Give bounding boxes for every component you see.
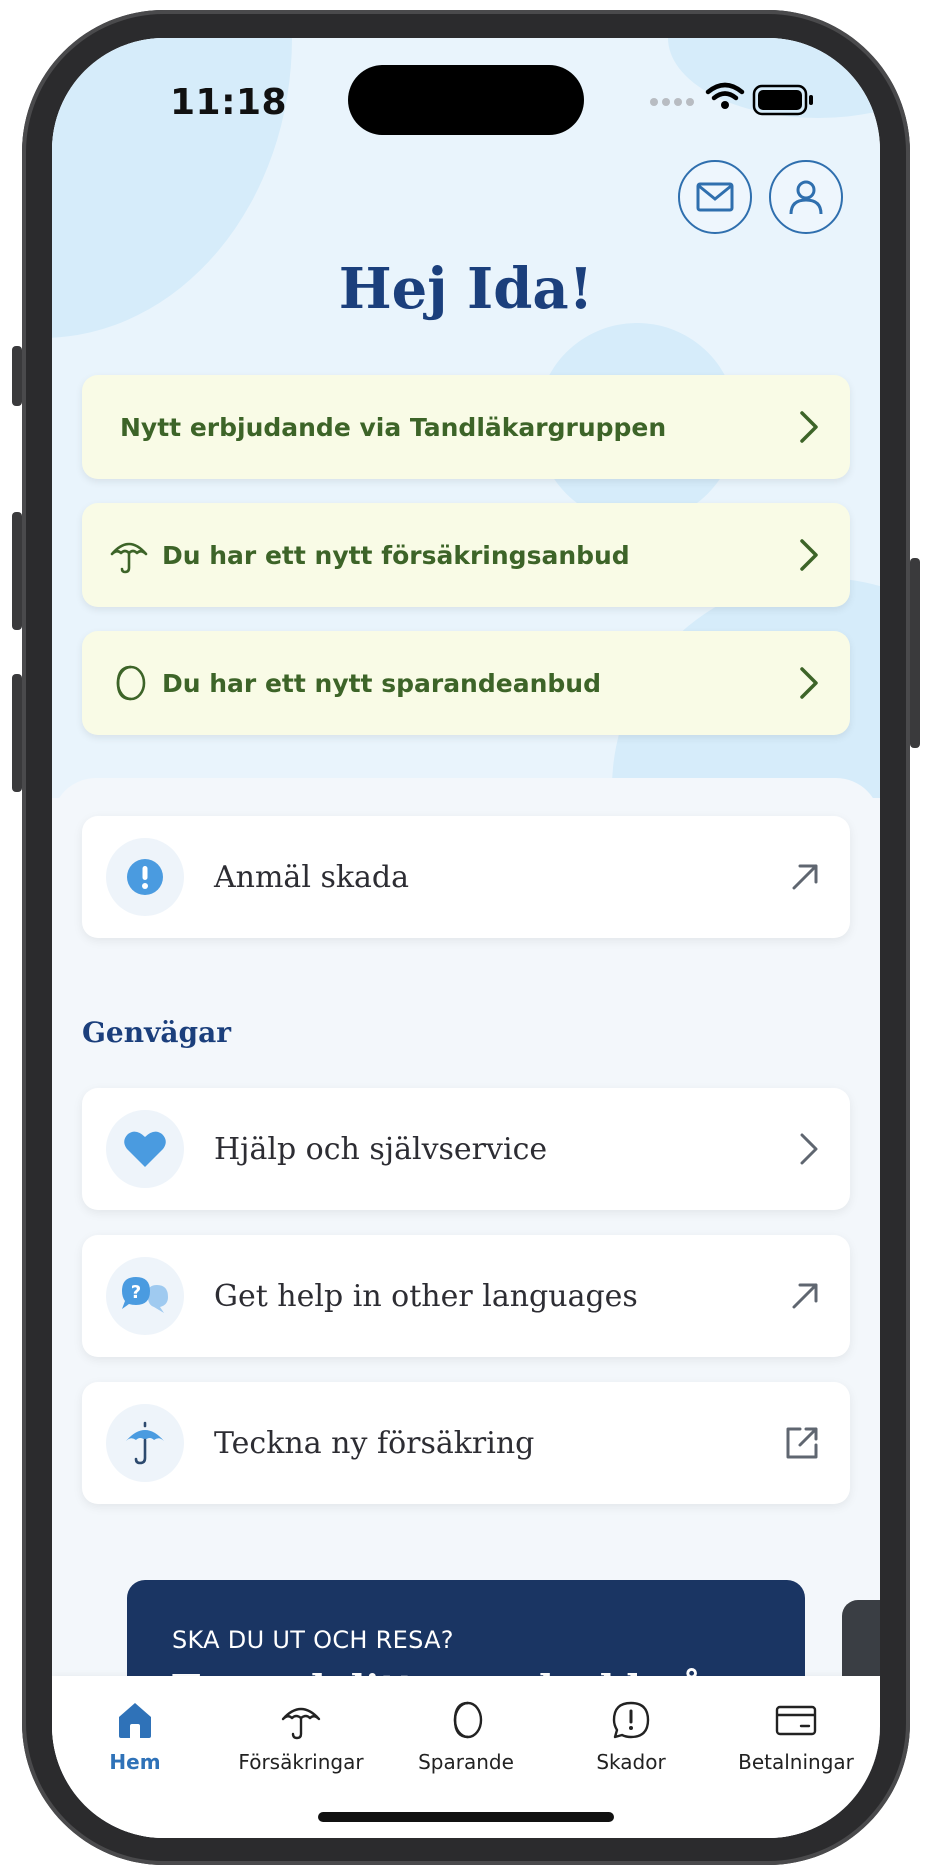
tab-label: Hem [109, 1750, 161, 1774]
tab-home[interactable]: Hem [52, 1700, 220, 1774]
icon-badge [106, 838, 184, 916]
shortcut-label: Hjälp och självservice [214, 1131, 548, 1167]
tab-payments[interactable]: Betalningar [711, 1700, 880, 1774]
side-button-power [910, 558, 920, 748]
coin-icon [116, 665, 146, 701]
promo-eyebrow: SKA DU UT OCH RESA? [172, 1626, 454, 1654]
tab-label: Betalningar [738, 1750, 854, 1774]
shortcut-new-insurance[interactable]: Teckna ny försäkring [82, 1382, 850, 1504]
section-title-shortcuts: Genvägar [82, 1016, 231, 1049]
status-icons [642, 80, 852, 120]
notice-label: Nytt erbjudande via Tandläkargruppen [120, 412, 667, 442]
icon-badge [106, 1110, 184, 1188]
report-claim-label: Anmäl skada [214, 859, 409, 895]
notice-label: Du har ett nytt försäkringsanbud [162, 540, 630, 570]
side-button-volume-up [12, 512, 22, 630]
chevron-right-icon [800, 667, 818, 699]
notice-savings-offer[interactable]: Du har ett nytt sparandeanbud [82, 631, 850, 735]
status-time: 11:18 [170, 82, 288, 123]
umbrella-icon [110, 542, 148, 574]
signal-icon [650, 98, 694, 106]
side-button-volume-down [12, 674, 22, 792]
umbrella-icon [281, 1707, 321, 1740]
side-button-action [12, 346, 22, 406]
exclamation-circle-icon [612, 1701, 650, 1739]
user-icon [789, 180, 823, 215]
tab-savings[interactable]: Sparande [381, 1700, 551, 1774]
chat-bubbles-icon: ? [122, 1277, 168, 1313]
notice-label: Du har ett nytt sparandeanbud [162, 668, 601, 698]
exclamation-icon [127, 859, 163, 895]
tab-label: Skador [596, 1750, 666, 1774]
chevron-right-icon [800, 1133, 818, 1165]
icon-badge: ? [106, 1257, 184, 1335]
messages-button[interactable] [678, 160, 752, 234]
dynamic-island [348, 65, 584, 135]
shortcut-label: Get help in other languages [214, 1278, 638, 1314]
external-link-icon [786, 1427, 818, 1459]
coin-icon [453, 1701, 483, 1739]
report-claim-button[interactable]: Anmäl skada [82, 816, 850, 938]
tab-label: Försäkringar [238, 1750, 364, 1774]
home-indicator [318, 1812, 614, 1822]
icon-badge [106, 1404, 184, 1482]
chevron-right-icon [800, 411, 818, 443]
tab-label: Sparande [418, 1750, 514, 1774]
mail-icon [696, 182, 734, 212]
page-title: Hej Ida! [338, 256, 594, 322]
wifi-dot [721, 101, 729, 109]
svg-text:?: ? [131, 1282, 141, 1303]
arrow-up-right-icon [792, 1283, 818, 1309]
screen: 11:18 Hej Ida! Nytt erbjudande via Tandl… [52, 38, 880, 1838]
home-icon [119, 1703, 151, 1738]
umbrella-icon [126, 1421, 164, 1465]
battery-icon [752, 84, 813, 116]
tab-claims[interactable]: Skador [546, 1700, 716, 1774]
notice-offer-dentist[interactable]: Nytt erbjudande via Tandläkargruppen [82, 375, 850, 479]
wifi-icon [705, 82, 745, 101]
heart-icon [124, 1131, 166, 1167]
shortcut-other-languages[interactable]: ? Get help in other languages [82, 1235, 850, 1357]
arrow-up-right-icon [792, 864, 818, 890]
card-icon [775, 1705, 817, 1736]
shortcut-help-self-service[interactable]: Hjälp och självservice [82, 1088, 850, 1210]
tab-insurances[interactable]: Försäkringar [216, 1700, 386, 1774]
profile-button[interactable] [769, 160, 843, 234]
shortcut-label: Teckna ny försäkring [214, 1425, 535, 1461]
notice-insurance-offer[interactable]: Du har ett nytt försäkringsanbud [82, 503, 850, 607]
chevron-right-icon [800, 539, 818, 571]
